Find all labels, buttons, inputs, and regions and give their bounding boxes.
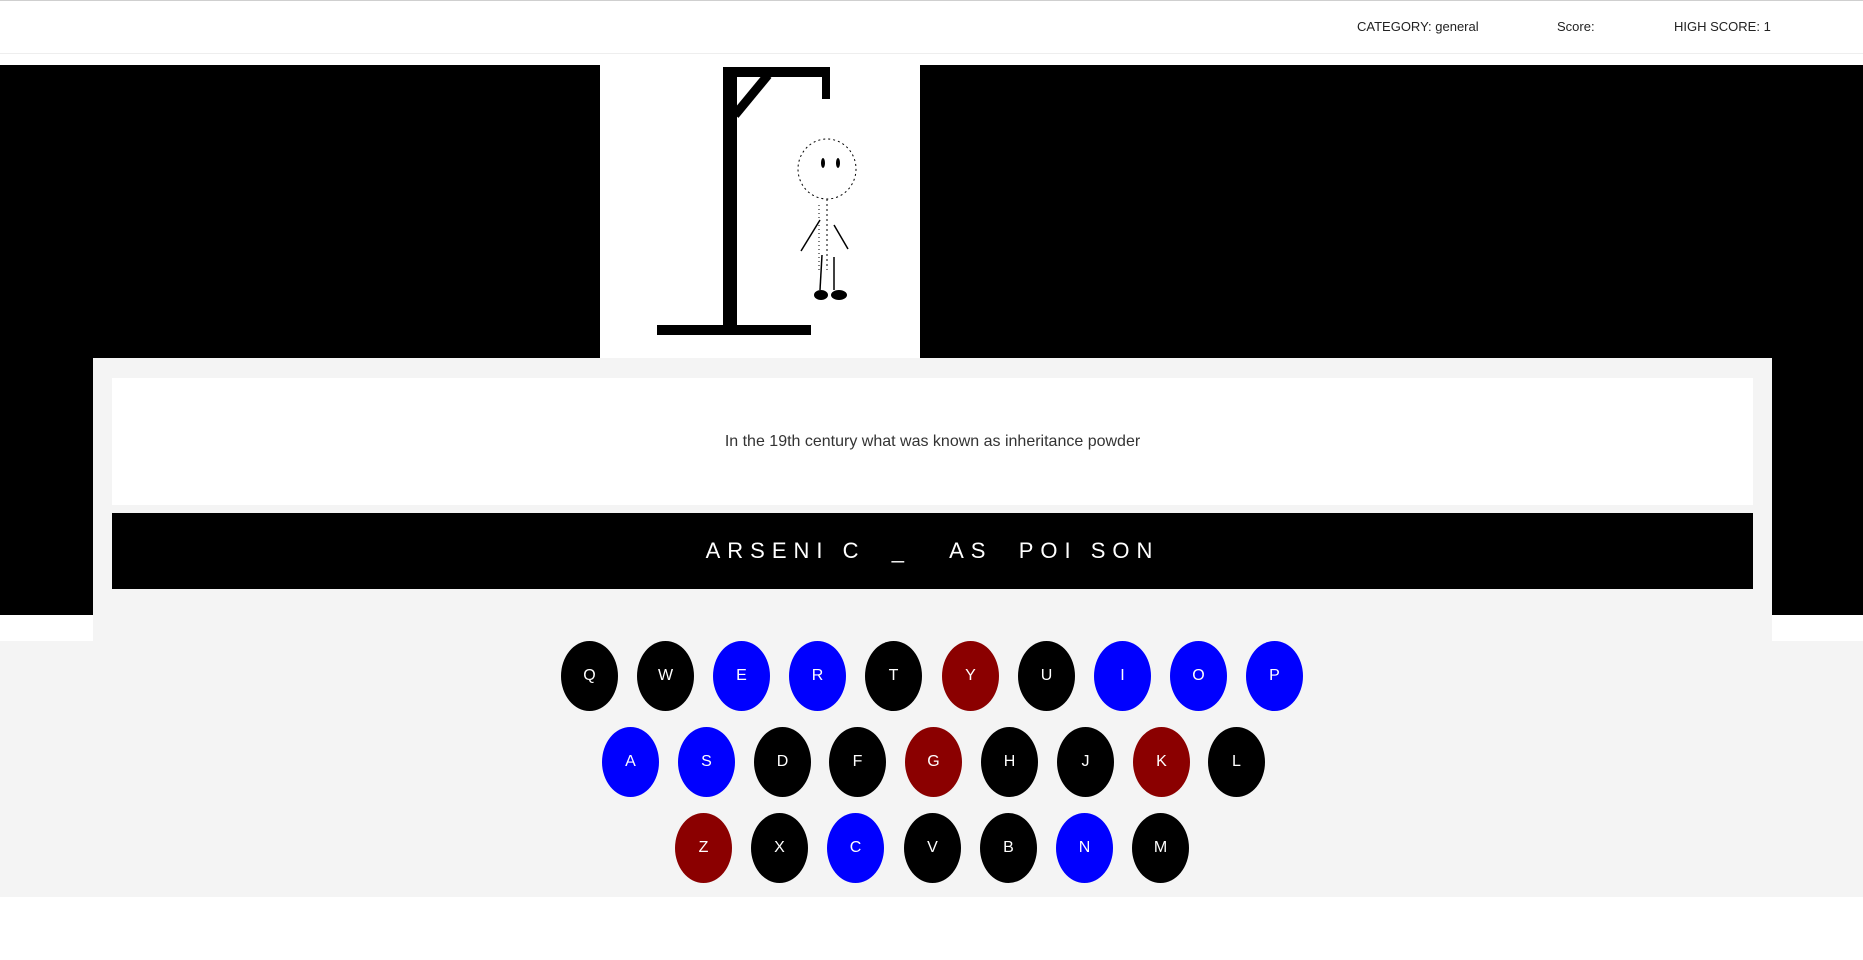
key-g[interactable]: G — [905, 727, 962, 797]
keyboard-row-1: QWERTYUIOP — [0, 641, 1863, 711]
answer-text: ARSENI C _ AS POI SON — [705, 538, 1160, 563]
keyboard-row-3: ZXCVBNM — [0, 813, 1863, 883]
key-x[interactable]: X — [751, 813, 808, 883]
keyboard-row-2: ASDFGHJKL — [0, 727, 1863, 797]
score-label: Score: — [1557, 19, 1595, 34]
question-panel: In the 19th century what was known as in… — [93, 358, 1772, 680]
key-i[interactable]: I — [1094, 641, 1151, 711]
key-m[interactable]: M — [1132, 813, 1189, 883]
key-c[interactable]: C — [827, 813, 884, 883]
key-p[interactable]: P — [1246, 641, 1303, 711]
key-y[interactable]: Y — [942, 641, 999, 711]
gallows-icon — [657, 67, 857, 335]
key-v[interactable]: V — [904, 813, 961, 883]
hangman-drawing — [600, 65, 920, 358]
key-q[interactable]: Q — [561, 641, 618, 711]
key-s[interactable]: S — [678, 727, 735, 797]
key-r[interactable]: R — [789, 641, 846, 711]
key-n[interactable]: N — [1056, 813, 1113, 883]
key-k[interactable]: K — [1133, 727, 1190, 797]
key-z[interactable]: Z — [675, 813, 732, 883]
stickman-figure — [797, 138, 857, 300]
key-a[interactable]: A — [602, 727, 659, 797]
key-t[interactable]: T — [865, 641, 922, 711]
key-w[interactable]: W — [637, 641, 694, 711]
key-l[interactable]: L — [1208, 727, 1265, 797]
key-f[interactable]: F — [829, 727, 886, 797]
key-u[interactable]: U — [1018, 641, 1075, 711]
category-label: CATEGORY: general — [1357, 19, 1479, 34]
key-d[interactable]: D — [754, 727, 811, 797]
question-box: In the 19th century what was known as in… — [112, 378, 1753, 505]
key-e[interactable]: E — [713, 641, 770, 711]
key-h[interactable]: H — [981, 727, 1038, 797]
header-bar: CATEGORY: general Score: HIGH SCORE: 1 — [0, 1, 1863, 54]
game-stage: In the 19th century what was known as in… — [0, 65, 1863, 680]
key-b[interactable]: B — [980, 813, 1037, 883]
question-text: In the 19th century what was known as in… — [724, 432, 1141, 450]
letter-keyboard: QWERTYUIOP ASDFGHJKL ZXCVBNM — [0, 641, 1863, 897]
key-j[interactable]: J — [1057, 727, 1114, 797]
high-score-label: HIGH SCORE: 1 — [1674, 19, 1771, 34]
key-o[interactable]: O — [1170, 641, 1227, 711]
answer-bar: ARSENI C _ AS POI SON — [112, 513, 1753, 589]
